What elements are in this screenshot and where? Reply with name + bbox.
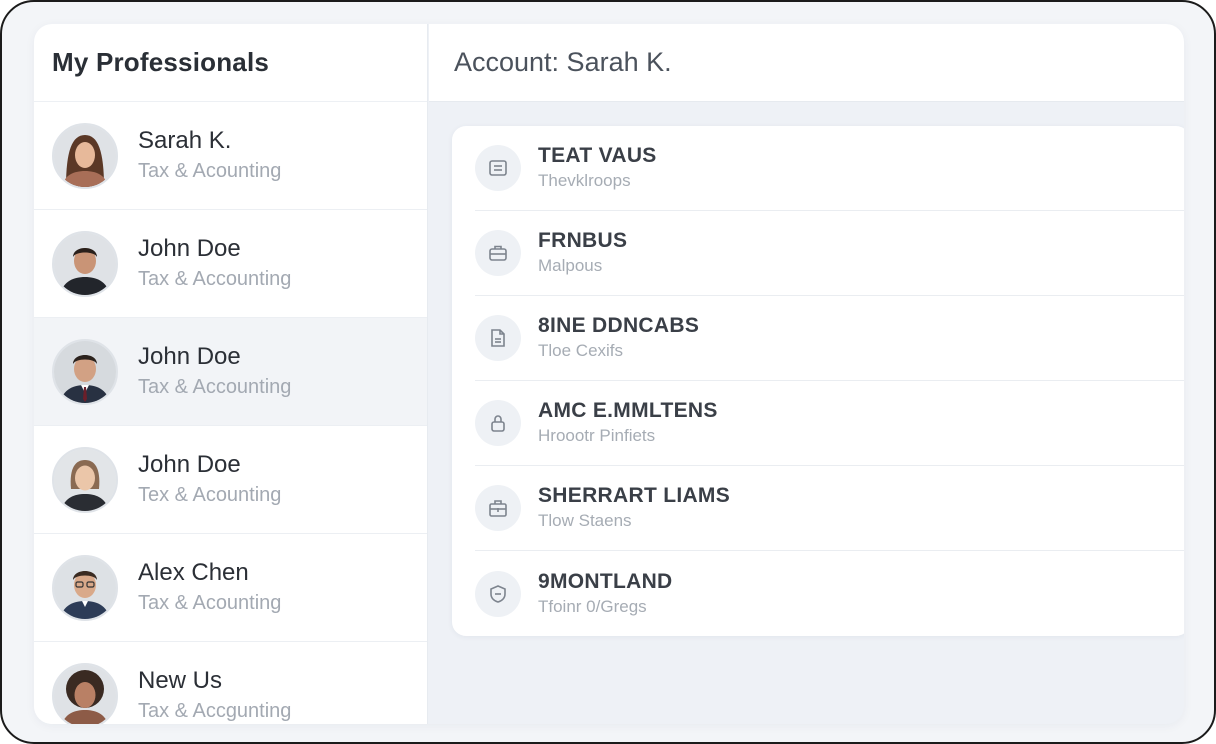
professional-name: Alex Chen <box>138 558 249 586</box>
briefcase-icon <box>475 230 521 276</box>
account-row[interactable]: 8INE DDNCABS Tloe Cexifs <box>475 296 1184 381</box>
sidebar-title: My Professionals <box>52 47 270 77</box>
avatar <box>52 122 118 189</box>
professional-item[interactable]: John Doe Tax & Accounting <box>34 210 427 318</box>
professional-role: Tax & Accounting <box>138 267 292 290</box>
shield-icon <box>475 570 521 617</box>
building-icon <box>475 485 521 531</box>
professional-role: Tax & Accgunting <box>138 699 292 722</box>
professional-name: John Doe <box>138 342 241 370</box>
lock-icon <box>475 400 521 446</box>
account-row[interactable]: AMC E.MMLTENS Hroootr Pinfiets <box>475 381 1184 466</box>
row-title: 9MONTLAND <box>538 569 673 593</box>
professional-name: New Us <box>138 666 223 694</box>
professional-item[interactable]: John Doe Tex & Acounting <box>34 426 427 534</box>
professional-role: Tax & Accounting <box>138 375 292 398</box>
account-header: Account: Sarah K. <box>429 24 1184 102</box>
professional-role: Tex & Acounting <box>138 483 282 506</box>
avatar <box>52 446 118 513</box>
row-subtitle: Hroootr Pinfiets <box>538 426 656 445</box>
row-title: FRNBUS <box>538 229 628 252</box>
row-subtitle: Tfoinr 0/Gregs <box>538 596 647 616</box>
avatar <box>52 662 118 724</box>
professionals-sidebar: My Professionals Sarah K. Tax & Acountin… <box>34 24 428 724</box>
row-subtitle: Thevklroops <box>538 171 631 190</box>
professional-role: Tax & Acounting <box>138 591 282 614</box>
professional-name: John Doe <box>138 234 241 262</box>
avatar <box>52 554 118 621</box>
row-subtitle: Tlow Staens <box>538 511 632 530</box>
professional-item[interactable]: Alex Chen Tax & Acounting <box>34 534 427 642</box>
professional-item[interactable]: Sarah K. Tax & Acounting <box>34 102 427 210</box>
professional-name: Sarah K. <box>138 126 232 154</box>
professional-item-selected[interactable]: John Doe Tax & Accounting <box>34 318 427 426</box>
device-frame: My Professionals Sarah K. Tax & Acountin… <box>0 0 1216 744</box>
app-window: My Professionals Sarah K. Tax & Acountin… <box>34 24 1184 724</box>
row-title: TEAT VAUS <box>538 144 657 167</box>
avatar <box>52 338 118 405</box>
account-row[interactable]: SHERRART LIAMS Tlow Staens <box>475 466 1184 551</box>
account-row[interactable]: TEAT VAUS Thevklroops <box>475 126 1184 211</box>
account-panel: Account: Sarah K. TEAT VAUS Thevklroops <box>429 24 1184 724</box>
avatar <box>52 230 118 297</box>
professional-item[interactable]: New Us Tax & Accgunting <box>34 642 427 724</box>
row-title: 8INE DDNCABS <box>538 314 700 337</box>
file-icon <box>475 315 521 361</box>
row-subtitle: Tloe Cexifs <box>538 341 624 360</box>
account-row[interactable]: 9MONTLAND Tfoinr 0/Gregs <box>475 551 1184 636</box>
row-title: SHERRART LIAMS <box>538 484 731 507</box>
row-subtitle: Malpous <box>538 256 603 275</box>
sidebar-header: My Professionals <box>34 24 427 102</box>
professional-role: Tax & Acounting <box>138 159 282 182</box>
professional-name: John Doe <box>138 450 241 478</box>
row-title: AMC E.MMLTENS <box>538 399 718 422</box>
account-title: Account: Sarah K. <box>454 47 672 77</box>
account-card: TEAT VAUS Thevklroops FRNBUS Malpous 8IN… <box>452 126 1184 636</box>
document-icon <box>475 145 521 191</box>
account-row[interactable]: FRNBUS Malpous <box>475 211 1184 296</box>
professionals-list: Sarah K. Tax & Acounting John Doe Tax & … <box>34 102 427 724</box>
